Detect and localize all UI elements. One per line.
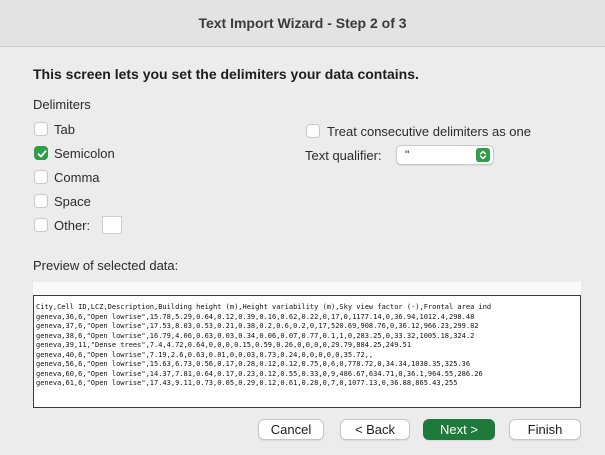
preview-row: geneva,38,6,"Open lowrise",16.79,4.06,0.… (36, 331, 475, 340)
tab-label[interactable]: Tab (54, 122, 75, 137)
checkmark-icon (37, 150, 47, 158)
text-qualifier-label: Text qualifier: (305, 148, 382, 163)
preview-row-header: City,Cell ID,LCZ,Description,Building he… (36, 303, 492, 311)
preview-row: geneva,37,6,"Open lowrise",17.53,8.03,0.… (36, 322, 479, 330)
text-qualifier-value: " (405, 148, 410, 162)
finish-button[interactable]: Finish (509, 419, 581, 440)
preview-row: geneva,40,6,"Open lowrise",7.19,2.6,0.63… (36, 350, 374, 359)
chevron-updown-icon (476, 148, 490, 162)
space-checkbox[interactable] (34, 194, 48, 208)
preview-row: geneva,39,11,"Dense trees",7.4,4.72,0.64… (36, 341, 412, 349)
other-label[interactable]: Other: (54, 218, 90, 233)
title-bar: Text Import Wizard - Step 2 of 3 (0, 0, 605, 47)
preview-row: geneva,56,6,"Open lowrise",15.63,6.73,0.… (36, 360, 471, 368)
consecutive-delimiters-checkbox[interactable] (306, 124, 320, 138)
tab-checkbox[interactable] (34, 122, 48, 136)
text-qualifier-select[interactable]: " (396, 145, 494, 165)
preview-label: Preview of selected data: (33, 258, 179, 273)
cancel-button[interactable]: Cancel (258, 419, 324, 440)
back-button[interactable]: < Back (340, 419, 410, 440)
comma-checkbox[interactable] (34, 170, 48, 184)
other-checkbox[interactable] (34, 218, 48, 232)
preview-header-strip (33, 282, 581, 295)
semicolon-checkbox[interactable] (34, 146, 48, 160)
window-title: Text Import Wizard - Step 2 of 3 (198, 15, 407, 31)
preview-row: geneva,61,6,"Open lowrise",17.43,9.11,0.… (36, 379, 458, 387)
preview-row: geneva,36,6,"Open lowrise",15.78,5.29,0.… (36, 312, 475, 321)
other-delimiter-field[interactable] (102, 216, 122, 234)
preview-pane[interactable]: City,Cell ID,LCZ,Description,Building he… (33, 295, 581, 408)
consecutive-delimiters-label[interactable]: Treat consecutive delimiters as one (327, 124, 531, 139)
delimiters-label: Delimiters (33, 97, 91, 112)
comma-label[interactable]: Comma (54, 170, 100, 185)
preview-row: geneva,60,6,"Open lowrise",14.37,7.81,0.… (36, 369, 483, 378)
semicolon-label[interactable]: Semicolon (54, 146, 115, 161)
next-button[interactable]: Next > (423, 419, 495, 440)
space-label[interactable]: Space (54, 194, 91, 209)
instructions-heading: This screen lets you set the delimiters … (33, 66, 419, 82)
